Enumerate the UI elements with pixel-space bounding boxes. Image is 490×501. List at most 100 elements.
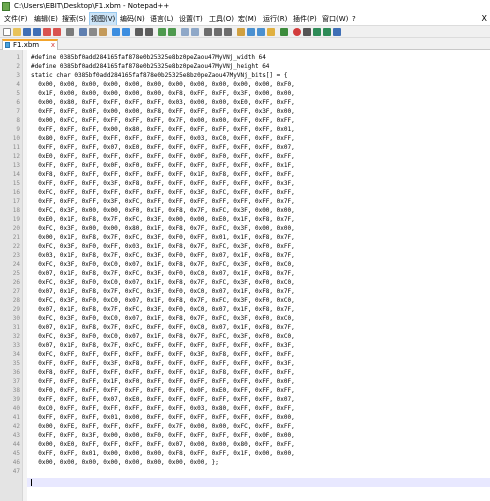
close-icon[interactable] — [43, 28, 51, 36]
code-line[interactable]: 0xE0, 0x1F, 0xF8, 0x7F, 0xFC, 0x3F, 0x00… — [31, 215, 294, 224]
undo-icon[interactable] — [112, 28, 120, 36]
code-line[interactable]: 0xFF, 0xFF, 0xFF, 0x1F, 0xF0, 0xFF, 0xFF… — [31, 377, 294, 386]
menu-edit[interactable]: 编辑(E) — [33, 13, 59, 25]
code-line[interactable]: 0x00, 0x80, 0xFF, 0xFF, 0xFF, 0xFF, 0x03… — [31, 98, 294, 107]
code-line[interactable]: 0xFC, 0x3F, 0xF0, 0xC0, 0x07, 0x1F, 0xF8… — [31, 278, 294, 287]
code-line[interactable]: 0xF8, 0xFF, 0xFF, 0xFF, 0xFF, 0xFF, 0xFF… — [31, 368, 294, 377]
menu-plugins[interactable]: 插件(P) — [292, 13, 318, 25]
code-line[interactable]: 0xF8, 0xFF, 0xFF, 0xFF, 0xFF, 0xFF, 0xFF… — [31, 170, 294, 179]
tab-bar: F1.xbm x — [0, 38, 490, 50]
sync-v-icon[interactable] — [181, 28, 189, 36]
code-line[interactable]: #define 0385bf0add284165faf878e0b25325e8… — [31, 62, 269, 71]
menu-search[interactable]: 搜索(S) — [61, 13, 87, 25]
cut-icon[interactable] — [79, 28, 87, 36]
code-line[interactable]: 0xFF, 0xFF, 0xFF, 0x01, 0x00, 0xFF, 0xFF… — [31, 413, 294, 422]
code-line[interactable]: 0xFF, 0xFF, 0x0F, 0x00, 0x00, 0xF8, 0xFF… — [31, 107, 294, 116]
line-number: 22 — [12, 243, 20, 250]
save-all-icon[interactable] — [33, 28, 41, 36]
monitoring-icon[interactable] — [280, 28, 288, 36]
code-line[interactable]: 0xFC, 0x3F, 0xF0, 0xC0, 0x07, 0x1F, 0xF8… — [31, 332, 294, 341]
code-line[interactable]: 0xFC, 0x3F, 0x00, 0x00, 0xF0, 0x1F, 0xF8… — [31, 206, 294, 215]
menu-macro[interactable]: 宏(M) — [237, 13, 258, 25]
line-number: 23 — [12, 252, 20, 259]
code-line[interactable]: 0x07, 0x1F, 0xF8, 0x7F, 0xFC, 0x3F, 0xF0… — [31, 287, 294, 296]
code-line[interactable]: 0xFC, 0x3F, 0xF0, 0xFF, 0x03, 0x1F, 0xF8… — [31, 242, 294, 251]
replace-icon[interactable] — [145, 28, 153, 36]
code-line[interactable]: 0x00, 0xFE, 0xFF, 0xFF, 0xFF, 0xFF, 0x7F… — [31, 422, 294, 431]
code-line[interactable]: static char 0385bf0add284165faf878e0b253… — [31, 71, 287, 80]
code-line[interactable]: 0x00, 0xE0, 0xFF, 0xFF, 0xFF, 0xFF, 0x07… — [31, 440, 294, 449]
code-line[interactable]: 0x00, 0x00, 0x00, 0x00, 0x00, 0x00, 0x00… — [31, 80, 294, 89]
code-line[interactable]: 0xF0, 0xFF, 0xFF, 0xFF, 0xFF, 0xFF, 0xFF… — [31, 386, 294, 395]
open-file-icon[interactable] — [13, 28, 21, 36]
word-wrap-icon[interactable] — [204, 28, 212, 36]
code-line[interactable]: 0x00, 0x00, 0x00, 0x00, 0x00, 0x00, 0x00… — [31, 458, 219, 467]
zoom-in-icon[interactable] — [158, 28, 166, 36]
udl-icon[interactable] — [237, 28, 245, 36]
code-line[interactable]: 0x80, 0xFF, 0xFF, 0xFF, 0xFF, 0xFF, 0xFF… — [31, 134, 294, 143]
line-number: 45 — [12, 450, 20, 457]
find-icon[interactable] — [135, 28, 143, 36]
folder-workspace-icon[interactable] — [267, 28, 275, 36]
new-file-icon[interactable] — [3, 28, 11, 36]
menu-encoding[interactable]: 编码(N) — [119, 13, 146, 25]
redo-icon[interactable] — [122, 28, 130, 36]
all-chars-icon[interactable] — [214, 28, 222, 36]
print-icon[interactable] — [66, 28, 74, 36]
code-line[interactable]: 0x07, 0x1F, 0xF8, 0x7F, 0xFC, 0x3F, 0xF0… — [31, 305, 294, 314]
code-line[interactable]: 0x07, 0x1F, 0xF8, 0x7F, 0xFC, 0xFF, 0xFF… — [31, 323, 294, 332]
indent-guide-icon[interactable] — [224, 28, 232, 36]
code-line[interactable]: 0xFF, 0xFF, 0x3F, 0x00, 0x00, 0xF0, 0xFF… — [31, 431, 294, 440]
menu-window[interactable]: 窗口(W) — [321, 13, 349, 25]
code-line[interactable]: 0xFF, 0xFF, 0xFF, 0x3F, 0xF8, 0xFF, 0xFF… — [31, 179, 294, 188]
run-macro-icon[interactable] — [323, 28, 331, 36]
sync-h-icon[interactable] — [191, 28, 199, 36]
code-line[interactable]: 0xFF, 0xFF, 0xFF, 0x3F, 0xFC, 0xFF, 0xFF… — [31, 197, 294, 206]
play-macro-icon[interactable] — [313, 28, 321, 36]
menu-tools[interactable]: 工具(O) — [208, 13, 235, 25]
tab-close-icon[interactable]: x — [51, 41, 55, 49]
code-line[interactable]: 0xC0, 0xFF, 0xFF, 0xFF, 0xFF, 0xFF, 0xFF… — [31, 404, 294, 413]
menu-view[interactable]: 视图(V) — [88, 12, 118, 26]
zoom-out-icon[interactable] — [168, 28, 176, 36]
line-number: 27 — [12, 288, 20, 295]
code-line[interactable]: 0xFC, 0x3F, 0x00, 0x00, 0x80, 0x1F, 0xF8… — [31, 224, 294, 233]
code-line[interactable]: 0x1F, 0x00, 0x00, 0x00, 0x00, 0x00, 0xF8… — [31, 89, 294, 98]
menu-settings[interactable]: 设置(T) — [178, 13, 204, 25]
function-list-icon[interactable] — [257, 28, 265, 36]
code-line[interactable]: 0xFC, 0x3F, 0xF0, 0xC0, 0x07, 0x1F, 0xF8… — [31, 260, 294, 269]
line-number: 35 — [12, 360, 20, 367]
copy-icon[interactable] — [89, 28, 97, 36]
code-line[interactable]: 0xFC, 0xFF, 0xFF, 0xFF, 0xFF, 0xFF, 0xFF… — [31, 350, 294, 359]
code-line[interactable]: 0xFF, 0xFF, 0xFF, 0x00, 0x80, 0xFF, 0xFF… — [31, 125, 294, 134]
stop-macro-icon[interactable] — [303, 28, 311, 36]
close-all-icon[interactable] — [53, 28, 61, 36]
code-line[interactable]: 0xFF, 0xFF, 0xFF, 0x0F, 0xF0, 0xFF, 0xFF… — [31, 161, 294, 170]
editor[interactable]: 1 #define 0385bf0add284165faf878e0b25325e… — [0, 50, 490, 501]
menu-help[interactable]: ? — [351, 13, 357, 25]
code-line[interactable]: 0xFF, 0xFF, 0xFF, 0x07, 0xE0, 0xFF, 0xFF… — [31, 143, 294, 152]
save-macro-icon[interactable] — [333, 28, 341, 36]
menu-language[interactable]: 语言(L) — [149, 13, 174, 25]
code-line[interactable]: #define 0385bf0add284165faf878e0b25325e8… — [31, 53, 266, 62]
paste-icon[interactable] — [99, 28, 107, 36]
doc-map-icon[interactable] — [247, 28, 255, 36]
record-macro-icon[interactable] — [293, 28, 301, 36]
code-line[interactable]: 0x07, 0x1F, 0xF8, 0x7F, 0xFC, 0xFF, 0xFF… — [31, 341, 294, 350]
code-line[interactable]: 0xFF, 0xFF, 0xFF, 0x3F, 0xF8, 0xFF, 0xFF… — [31, 359, 294, 368]
code-line[interactable]: 0x03, 0x1F, 0xF8, 0x7F, 0xFC, 0x3F, 0xF0… — [31, 251, 294, 260]
tab-f1-xbm[interactable]: F1.xbm x — [2, 39, 58, 50]
code-line[interactable]: 0x00, 0xFC, 0xFF, 0xFF, 0xFF, 0xFF, 0x7F… — [31, 116, 294, 125]
code-line[interactable]: 0xFC, 0xFF, 0xFF, 0xFF, 0xFF, 0xFF, 0xFF… — [31, 188, 294, 197]
code-line[interactable]: 0xFF, 0xFF, 0xFF, 0x07, 0xE0, 0xFF, 0xFF… — [31, 395, 294, 404]
menu-run[interactable]: 运行(R) — [262, 13, 288, 25]
code-line[interactable]: 0x00, 0x1F, 0xF8, 0x7F, 0xFC, 0x3F, 0xF0… — [31, 233, 294, 242]
save-icon[interactable] — [23, 28, 31, 36]
code-line[interactable]: 0x07, 0x1F, 0xF8, 0x7F, 0xFC, 0x3F, 0xF0… — [31, 269, 294, 278]
code-line[interactable]: 0xFC, 0x3F, 0xF0, 0xC0, 0x07, 0x1F, 0xF8… — [31, 296, 294, 305]
menu-file[interactable]: 文件(F) — [3, 13, 29, 25]
code-line[interactable]: 0xFC, 0x3F, 0xF0, 0xC0, 0x07, 0x1F, 0xF8… — [31, 314, 294, 323]
code-line[interactable]: 0xE0, 0xFF, 0xFF, 0xFF, 0xFF, 0xFF, 0xFF… — [31, 152, 294, 161]
code-line[interactable]: 0xFF, 0xFF, 0x01, 0x00, 0x00, 0x00, 0xF8… — [31, 449, 294, 458]
close-document-icon[interactable]: X — [482, 13, 487, 25]
